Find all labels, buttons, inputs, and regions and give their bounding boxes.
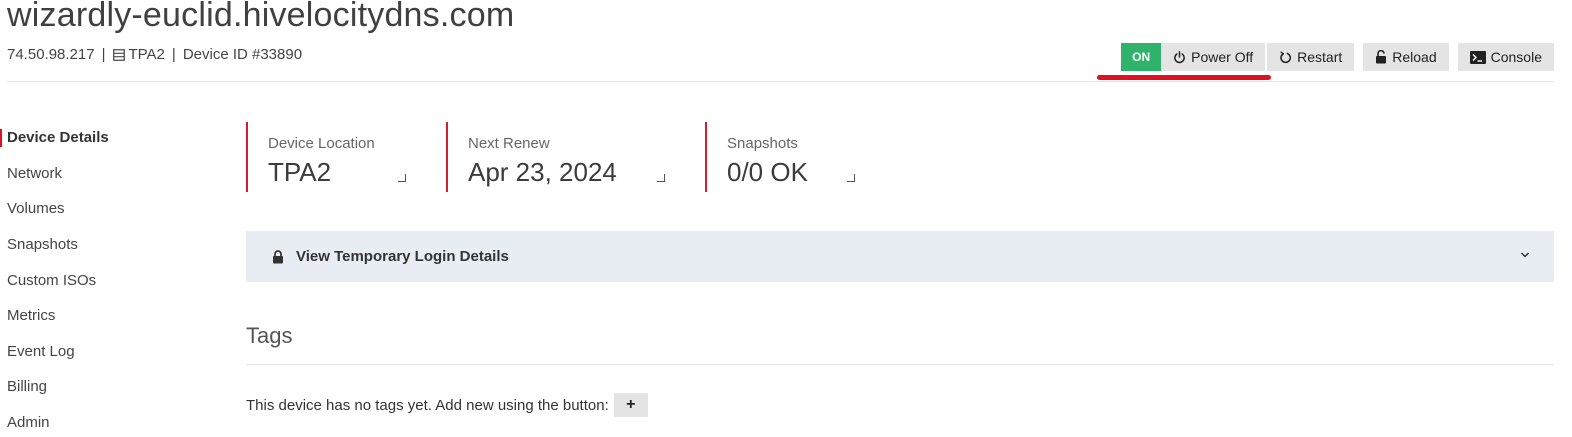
header-divider (7, 81, 1554, 82)
tags-empty-row: This device has no tags yet. Add new usi… (246, 393, 648, 417)
tags-empty-text: This device has no tags yet. Add new usi… (246, 396, 609, 414)
sidebar-item-volumes[interactable]: Volumes (0, 191, 200, 227)
corner-arrow-icon (847, 174, 855, 182)
sidebar-item-billing[interactable]: Billing (0, 369, 200, 405)
sidebar-item-metrics[interactable]: Metrics (0, 298, 200, 334)
ip-address: 74.50.98.217 (7, 46, 95, 63)
highlight-underline (1097, 75, 1271, 80)
device-subline: 74.50.98.217 | TPA2 | Device ID #33890 (7, 46, 302, 63)
stat-label: Device Location (268, 135, 375, 152)
sidebar-item-admin[interactable]: Admin (0, 405, 200, 437)
device-id: Device ID #33890 (182, 46, 303, 63)
stat-device-location[interactable]: Device Location TPA2 (246, 122, 416, 192)
temporary-login-panel[interactable]: View Temporary Login Details (246, 231, 1554, 282)
corner-arrow-icon (398, 174, 406, 182)
stat-value: 0/0 OK (727, 157, 808, 187)
restart-label: Restart (1297, 49, 1343, 65)
terminal-icon (1469, 50, 1486, 64)
stat-label: Next Renew (468, 135, 550, 152)
unlock-icon (1376, 50, 1387, 64)
power-status-button[interactable]: ON (1121, 43, 1162, 71)
separator: | (101, 46, 106, 63)
restart-button[interactable]: Restart (1267, 43, 1355, 71)
sidebar-nav: Device Details Network Volumes Snapshots… (0, 120, 200, 437)
login-panel-label: View Temporary Login Details (296, 248, 509, 265)
stat-snapshots[interactable]: Snapshots 0/0 OK (705, 122, 875, 192)
tags-heading: Tags (246, 323, 293, 348)
action-toolbar: ON Power Off Restart Reload Console (1121, 43, 1554, 71)
hostname-title: wizardly-euclid.hivelocitydns.com (7, 0, 515, 34)
power-icon (1174, 50, 1185, 63)
stat-value: TPA2 (268, 157, 332, 187)
power-off-button[interactable]: Power Off (1161, 43, 1266, 71)
sidebar-item-custom-isos[interactable]: Custom ISOs (0, 262, 200, 298)
server-icon (112, 48, 125, 61)
stat-label: Snapshots (727, 135, 798, 152)
sidebar-item-snapshots[interactable]: Snapshots (0, 227, 200, 263)
lock-icon (273, 249, 283, 263)
power-off-label: Power Off (1191, 49, 1254, 65)
sidebar-item-event-log[interactable]: Event Log (0, 334, 200, 370)
chevron-down-icon (1520, 252, 1530, 258)
sidebar-item-device-details[interactable]: Device Details (0, 120, 200, 156)
restart-icon (1280, 50, 1292, 63)
tags-divider (246, 364, 1554, 365)
reload-button[interactable]: Reload (1363, 43, 1449, 71)
separator: | (171, 46, 176, 63)
location-code: TPA2 (128, 46, 165, 63)
stat-next-renew[interactable]: Next Renew Apr 23, 2024 (446, 122, 676, 192)
reload-label: Reload (1392, 49, 1437, 65)
console-button[interactable]: Console (1457, 43, 1554, 71)
corner-arrow-icon (657, 174, 665, 182)
stat-value: Apr 23, 2024 (468, 157, 617, 187)
sidebar-item-network[interactable]: Network (0, 156, 200, 192)
add-tag-button[interactable]: + (613, 393, 648, 417)
console-label: Console (1490, 49, 1542, 65)
